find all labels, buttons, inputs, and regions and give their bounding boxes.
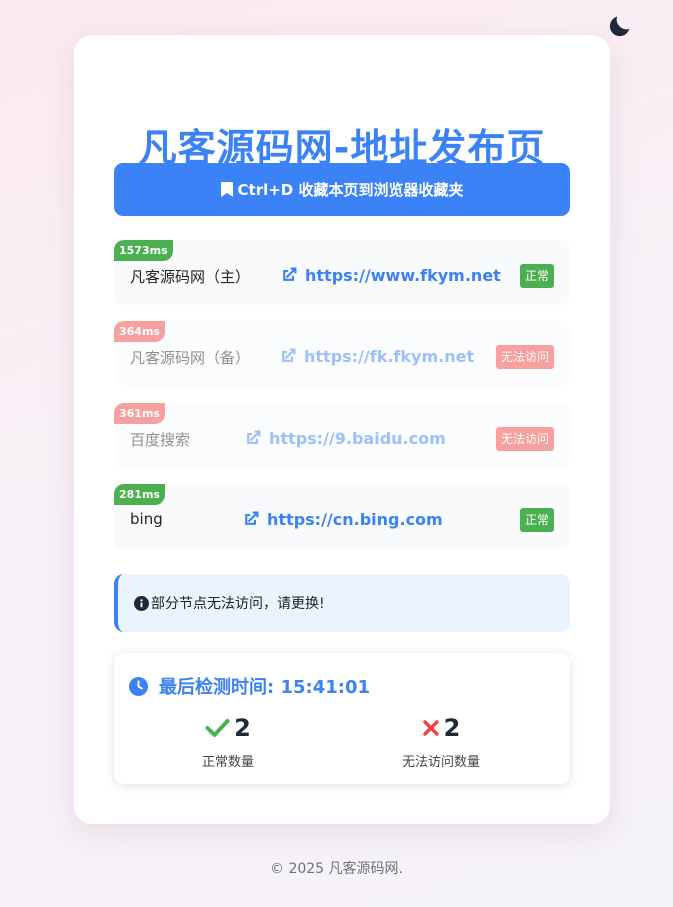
link-item: 364ms 凡客源码网（备） https://fk.fkym.net 无法访问 [114,321,570,386]
x-icon [422,720,439,736]
site-url-text: https://9.baidu.com [269,428,446,448]
notice-box: 部分节点无法访问，请更换! [114,574,570,632]
check-icon [205,719,230,737]
latency-badge: 361ms [114,403,165,424]
site-url-text: https://fk.fkym.net [304,346,475,366]
external-link-icon [245,511,259,525]
moon-icon [609,16,630,37]
site-url-link[interactable]: https://cn.bing.com [241,509,443,529]
stat-fail: 2 无法访问数量 [371,711,511,770]
last-check-text: 最后检测时间: 15:41:01 [159,677,371,698]
ok-count: 2 [234,714,251,742]
external-link-icon [283,267,297,281]
status-badge: 正常 [519,264,554,288]
stats-panel: 最后检测时间: 15:41:01 2 正常数量 2 无法访问数量 [114,653,570,784]
bookmark-button[interactable]: Ctrl+D 收藏本页到浏览器收藏夹 [114,163,570,216]
info-circle-icon [134,595,149,611]
latency-badge: 364ms [114,321,165,342]
status-badge: 无法访问 [495,345,554,369]
site-url-link[interactable]: https://9.baidu.com [243,428,446,448]
site-url-link[interactable]: https://www.fkym.net [279,265,501,285]
main-card: 凡客源码网-地址发布页 Ctrl+D 收藏本页到浏览器收藏夹 1573ms 凡客… [74,35,610,824]
latency-badge: 281ms [114,484,165,505]
external-link-icon [247,430,261,444]
clock-icon [129,676,148,696]
stat-ok: 2 正常数量 [158,711,298,770]
footer-copyright: © 2025 凡客源码网. [270,861,403,877]
ok-label: 正常数量 [201,755,254,770]
status-badge: 无法访问 [495,427,554,451]
site-name: 百度搜索 [130,431,191,449]
link-item: 1573ms 凡客源码网（主） https://www.fkym.net 正常 [114,240,570,305]
site-url-text: https://cn.bing.com [267,509,443,529]
bookmark-icon [220,182,233,197]
fail-label: 无法访问数量 [401,755,480,770]
site-url-text: https://www.fkym.net [305,265,501,285]
notice-text: 部分节点无法访问，请更换! [151,596,325,612]
last-check-time: 最后检测时间: 15:41:01 [129,673,370,699]
site-url-link[interactable]: https://fk.fkym.net [278,346,474,366]
link-item: 281ms bing https://cn.bing.com 正常 [114,484,570,549]
latency-badge: 1573ms [114,240,173,261]
site-name: bing [130,510,163,528]
site-name: 凡客源码网（主） [130,268,251,286]
status-badge: 正常 [519,508,554,532]
theme-toggle-button[interactable] [606,12,634,40]
site-name: 凡客源码网（备） [130,349,251,367]
fail-count: 2 [443,714,461,742]
external-link-icon [282,348,296,362]
bookmark-label: Ctrl+D 收藏本页到浏览器收藏夹 [237,181,464,199]
link-item: 361ms 百度搜索 https://9.baidu.com 无法访问 [114,403,570,468]
